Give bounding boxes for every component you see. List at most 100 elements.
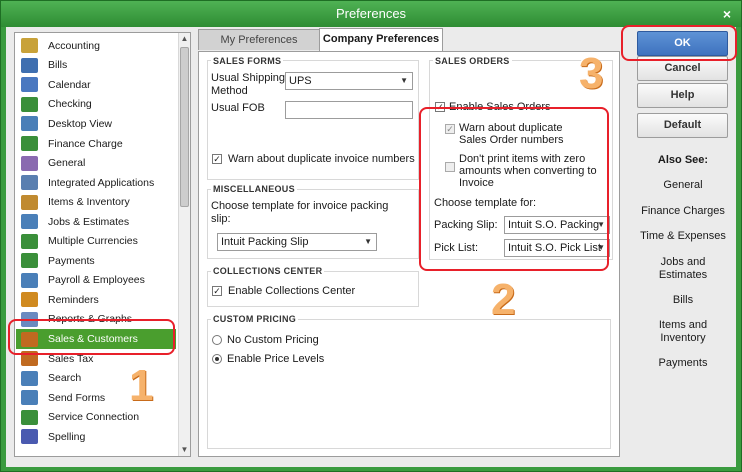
usual-fob-input[interactable] — [285, 101, 413, 119]
warn-dup-invoice-label: Warn about duplicate invoice numbers — [228, 153, 415, 165]
spelling-icon — [21, 429, 38, 445]
sidebar-item-finance-charge[interactable]: Finance Charge — [16, 134, 176, 154]
scroll-thumb[interactable] — [180, 47, 189, 207]
also-see-title: Also See: — [657, 154, 709, 166]
general-icon — [21, 155, 38, 171]
shipping-method-label-2: Method — [211, 85, 248, 97]
sidebar-item-label: Multiple Currencies — [48, 235, 138, 248]
service-connection-icon — [21, 409, 38, 425]
sidebar-item-desktop-view[interactable]: Desktop View — [16, 114, 176, 134]
scroll-up-icon[interactable]: ▲ — [179, 33, 190, 45]
close-icon[interactable]: × — [723, 1, 731, 27]
sidebar-item-label: Payments — [48, 254, 95, 267]
packing-slip-template-value: Intuit Packing Slip — [221, 236, 309, 248]
calendar-icon — [21, 77, 38, 93]
also-see-general-link[interactable]: General — [633, 179, 733, 192]
annotation-box-1 — [8, 319, 175, 355]
title-bar: Preferences × — [1, 1, 741, 27]
sidebar-item-label: Reminders — [48, 293, 99, 306]
also-see-bills-link[interactable]: Bills — [633, 294, 733, 307]
preferences-window: Preferences × Spelling Service Connection… — [0, 0, 742, 472]
category-scrollbar[interactable]: ▲ ▼ — [178, 33, 190, 456]
help-button[interactable]: Help — [637, 83, 728, 108]
sidebar-item-label: General — [48, 157, 86, 170]
sidebar-item-label: Calendar — [48, 78, 91, 91]
also-see-payments-link[interactable]: Payments — [633, 357, 733, 370]
enable-collections-checkbox[interactable]: ✓ — [212, 286, 222, 296]
sidebar-item-spelling[interactable]: Spelling — [16, 427, 176, 447]
sidebar-item-label: Payroll & Employees — [48, 274, 145, 287]
sidebar-item-label: Integrated Applications — [48, 176, 155, 189]
sidebar-item-accounting[interactable]: Accounting — [16, 36, 176, 56]
also-see-items-inventory-link[interactable]: Items and Inventory — [633, 319, 733, 345]
chevron-down-icon: ▼ — [400, 76, 408, 85]
misc-title: MISCELLANEOUS — [211, 184, 297, 194]
default-button[interactable]: Default — [637, 113, 728, 138]
accounting-icon — [21, 38, 38, 54]
no-custom-pricing-label: No Custom Pricing — [227, 334, 319, 346]
also-see-finance-charges-link[interactable]: Finance Charges — [633, 205, 733, 218]
shipping-method-select[interactable]: UPS ▼ — [285, 72, 413, 90]
items-inventory-icon — [21, 194, 38, 210]
sidebar-item-label: Jobs & Estimates — [48, 215, 130, 228]
checking-icon — [21, 96, 38, 112]
price-levels-radio[interactable] — [212, 354, 222, 364]
shipping-method-label: Usual Shipping — [211, 72, 285, 84]
collections-title: COLLECTIONS CENTER — [211, 266, 325, 276]
price-levels-label: Enable Price Levels — [227, 353, 325, 365]
enable-collections-label: Enable Collections Center — [228, 285, 356, 297]
sidebar-item-payments[interactable]: Payments — [16, 251, 176, 271]
scroll-down-icon[interactable]: ▼ — [179, 444, 190, 456]
sidebar-item-payroll-employees[interactable]: Payroll & Employees — [16, 271, 176, 291]
sidebar-item-label: Spelling — [48, 430, 86, 443]
no-custom-pricing-radio[interactable] — [212, 335, 222, 345]
shipping-method-value: UPS — [289, 75, 312, 87]
invoice-packing-label-2: slip: — [211, 213, 231, 225]
sidebar-item-label: Service Connection — [48, 411, 140, 424]
packing-slip-template-select[interactable]: Intuit Packing Slip ▼ — [217, 233, 377, 251]
annotation-number-3: 3 — [579, 49, 604, 98]
dialog-client: Spelling Service Connection Send Forms Sear… — [6, 27, 736, 467]
sidebar-item-general[interactable]: General — [16, 153, 176, 173]
warn-dup-invoice-checkbox[interactable]: ✓ — [212, 154, 222, 164]
tab-company-preferences[interactable]: Company Preferences — [319, 28, 443, 51]
sales-orders-title: SALES ORDERS — [433, 56, 512, 66]
sidebar-item-calendar[interactable]: Calendar — [16, 75, 176, 95]
integrated-apps-icon — [21, 175, 38, 191]
usual-fob-label: Usual FOB — [211, 102, 265, 114]
sidebar-item-label: Send Forms — [48, 391, 106, 404]
invoice-packing-label: Choose template for invoice packing — [211, 200, 389, 212]
tab-my-preferences[interactable]: My Preferences — [198, 29, 320, 50]
sidebar-item-integrated-applications[interactable]: Integrated Applications — [16, 173, 176, 193]
sidebar-item-label: Desktop View — [48, 117, 113, 130]
finance-charge-icon — [21, 136, 38, 152]
window-title: Preferences — [335, 6, 407, 21]
payments-icon — [21, 253, 38, 269]
sidebar-item-label: Accounting — [48, 39, 100, 52]
currencies-icon — [21, 233, 38, 249]
category-list: Spelling Service Connection Send Forms Sear… — [14, 32, 191, 457]
sidebar-item-label: Items & Inventory — [48, 196, 130, 209]
sidebar-item-multiple-currencies[interactable]: Multiple Currencies — [16, 232, 176, 252]
payroll-icon — [21, 272, 38, 288]
sidebar-item-bills[interactable]: Bills — [16, 56, 176, 76]
sidebar-item-items-inventory[interactable]: Items & Inventory — [16, 192, 176, 212]
also-see-time-expenses-link[interactable]: Time & Expenses — [633, 230, 733, 243]
sidebar-item-label: Search — [48, 372, 82, 385]
desktop-view-icon — [21, 116, 38, 132]
reminders-icon — [21, 292, 38, 308]
send-forms-icon — [21, 390, 38, 406]
sidebar-item-checking[interactable]: Checking — [16, 95, 176, 115]
bills-icon — [21, 57, 38, 73]
sidebar-item-label: Finance Charge — [48, 137, 123, 150]
sidebar-item-jobs-estimates[interactable]: Jobs & Estimates — [16, 212, 176, 232]
sidebar-item-reminders[interactable]: Reminders — [16, 290, 176, 310]
also-see-jobs-estimates-link[interactable]: Jobs and Estimates — [633, 256, 733, 282]
sales-forms-title: SALES FORMS — [211, 56, 284, 66]
annotation-number-1: 1 — [129, 361, 154, 410]
sidebar-item-label: Bills — [48, 59, 68, 72]
search-icon — [21, 370, 38, 386]
sidebar-item-label: Checking — [48, 98, 92, 111]
chevron-down-icon: ▼ — [364, 237, 372, 246]
custom-pricing-title: CUSTOM PRICING — [211, 314, 299, 324]
